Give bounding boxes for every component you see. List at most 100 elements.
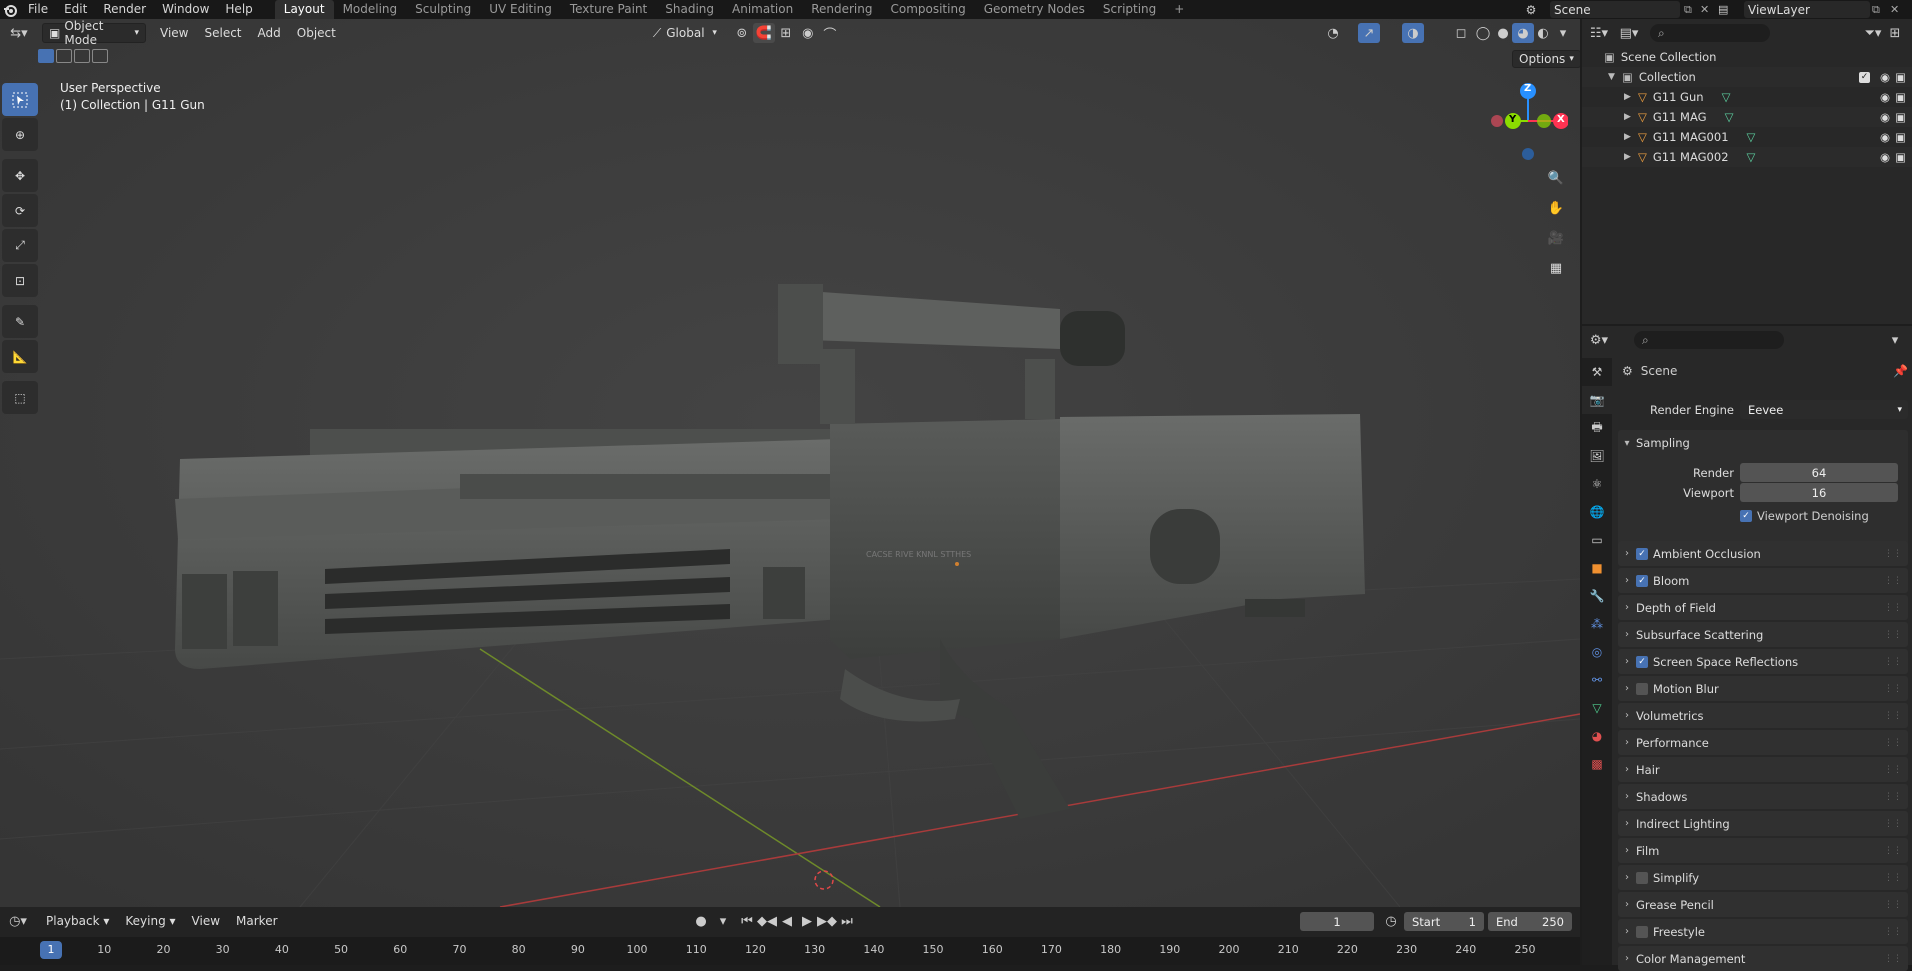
panel-film[interactable]: › Film ⋮⋮ bbox=[1618, 838, 1908, 863]
panel-enable-checkbox[interactable]: ✓ bbox=[1636, 574, 1648, 587]
panel-color-management[interactable]: › Color Management ⋮⋮ bbox=[1618, 946, 1908, 971]
new-collection-icon[interactable]: ⊞ bbox=[1884, 23, 1906, 43]
material-tab-icon[interactable]: ◕ bbox=[1582, 722, 1612, 750]
prev-keyframe-icon[interactable]: ◆◀ bbox=[756, 911, 778, 931]
constraints-tab-icon[interactable]: ⚯ bbox=[1582, 666, 1612, 694]
outliner-object-row[interactable]: ▶ ▽ G11 MAG002 ▽ ◉ ▣ bbox=[1582, 147, 1912, 167]
panel-indirect-lighting[interactable]: › Indirect Lighting ⋮⋮ bbox=[1618, 811, 1908, 836]
select-new-icon[interactable] bbox=[38, 49, 54, 63]
panel-simplify[interactable]: › Simplify ⋮⋮ bbox=[1618, 865, 1908, 890]
outliner-object-row[interactable]: ▶ ▽ G11 MAG001 ▽ ◉ ▣ bbox=[1582, 127, 1912, 147]
menu-timeline-view[interactable]: View bbox=[184, 914, 228, 928]
menu-marker[interactable]: Marker bbox=[228, 914, 285, 928]
shading-options-icon[interactable]: ▾ bbox=[1552, 23, 1574, 43]
drag-handle-icon[interactable]: ⋮⋮ bbox=[1884, 711, 1902, 721]
visibility-eye-icon[interactable]: ◉ bbox=[1880, 150, 1890, 164]
render-camera-icon[interactable]: ▣ bbox=[1895, 110, 1906, 124]
panel-bloom[interactable]: › ✓ Bloom ⋮⋮ bbox=[1618, 568, 1908, 593]
select-extend-icon[interactable] bbox=[56, 49, 72, 63]
drag-handle-icon[interactable]: ⋮⋮ bbox=[1884, 630, 1902, 640]
outliner-editor-type-icon[interactable]: ☷▾ bbox=[1588, 23, 1610, 43]
menu-object[interactable]: Object bbox=[289, 26, 344, 40]
menu-help[interactable]: Help bbox=[217, 0, 260, 19]
panel-grease-pencil[interactable]: › Grease Pencil ⋮⋮ bbox=[1618, 892, 1908, 917]
annotate-tool-icon[interactable]: ✎ bbox=[2, 305, 38, 338]
menu-render[interactable]: Render bbox=[95, 0, 154, 19]
tab-texture-paint[interactable]: Texture Paint bbox=[561, 0, 656, 19]
record-icon[interactable]: ● bbox=[690, 911, 712, 931]
solid-shading-icon[interactable]: ● bbox=[1492, 23, 1514, 43]
render-camera-icon[interactable]: ▣ bbox=[1895, 70, 1906, 84]
selectability-icon[interactable]: ◔ bbox=[1322, 23, 1344, 43]
panel-shadows[interactable]: › Shadows ⋮⋮ bbox=[1618, 784, 1908, 809]
overlays-toggle-icon[interactable]: ◑ bbox=[1402, 23, 1424, 43]
collapse-icon[interactable]: ▼ bbox=[1608, 72, 1622, 82]
select-subtract-icon[interactable] bbox=[74, 49, 90, 63]
expand-icon[interactable]: ▶ bbox=[1624, 152, 1638, 162]
menu-file[interactable]: File bbox=[20, 0, 56, 19]
gizmo-toggle-icon[interactable]: ↗ bbox=[1358, 23, 1380, 43]
ortho-grid-icon[interactable]: ▦ bbox=[1543, 255, 1569, 281]
drag-handle-icon[interactable]: ⋮⋮ bbox=[1884, 738, 1902, 748]
data-tab-icon[interactable]: ▽ bbox=[1582, 694, 1612, 722]
collection-tab-icon[interactable]: ▭ bbox=[1582, 526, 1612, 554]
rendered-shading-icon[interactable]: ◐ bbox=[1532, 23, 1554, 43]
panel-enable-checkbox[interactable] bbox=[1636, 871, 1648, 884]
drag-handle-icon[interactable]: ⋮⋮ bbox=[1884, 927, 1902, 937]
scene-field[interactable]: Scene bbox=[1550, 1, 1680, 18]
clock-icon[interactable]: ◷ bbox=[1380, 911, 1402, 931]
drag-handle-icon[interactable]: ⋮⋮ bbox=[1884, 549, 1902, 559]
menu-view[interactable]: View bbox=[152, 26, 196, 40]
end-frame-field[interactable]: End 250 bbox=[1488, 912, 1572, 931]
drag-handle-icon[interactable]: ⋮⋮ bbox=[1884, 792, 1902, 802]
play-icon[interactable]: ▶ bbox=[796, 911, 818, 931]
drag-handle-icon[interactable]: ⋮⋮ bbox=[1884, 954, 1902, 964]
particles-tab-icon[interactable]: ⁂ bbox=[1582, 610, 1612, 638]
select-intersect-icon[interactable] bbox=[92, 49, 108, 63]
exclude-checkbox[interactable]: ✓ bbox=[1859, 71, 1870, 83]
3d-viewport[interactable]: CACSE RIVE KNNL STTHES ⇆▾ ▣ Object Mode … bbox=[0, 19, 1580, 907]
render-camera-icon[interactable]: ▣ bbox=[1895, 150, 1906, 164]
proportional-edit-icon[interactable]: ◉ bbox=[797, 23, 819, 43]
outliner-search-input[interactable]: ⌕ bbox=[1650, 24, 1770, 42]
viewport-samples-field[interactable]: 16 bbox=[1740, 483, 1898, 502]
panel-enable-checkbox[interactable]: ✓ bbox=[1636, 547, 1648, 560]
viewport-denoising-checkbox[interactable]: ✓ Viewport Denoising bbox=[1740, 509, 1869, 523]
panel-volumetrics[interactable]: › Volumetrics ⋮⋮ bbox=[1618, 703, 1908, 728]
drag-handle-icon[interactable]: ⋮⋮ bbox=[1884, 603, 1902, 613]
expand-icon[interactable]: ▶ bbox=[1624, 92, 1638, 102]
panel-hair[interactable]: › Hair ⋮⋮ bbox=[1618, 757, 1908, 782]
expand-icon[interactable]: ▶ bbox=[1624, 132, 1638, 142]
select-box-tool[interactable] bbox=[2, 83, 38, 116]
outliner-collection[interactable]: ▼ ▣ Collection ✓ ◉ ▣ bbox=[1582, 67, 1912, 87]
drag-handle-icon[interactable]: ⋮⋮ bbox=[1884, 819, 1902, 829]
menu-edit[interactable]: Edit bbox=[56, 0, 95, 19]
visibility-eye-icon[interactable]: ◉ bbox=[1880, 130, 1890, 144]
render-engine-dropdown[interactable]: Eevee ▾ bbox=[1740, 400, 1908, 419]
blender-logo-icon[interactable] bbox=[0, 0, 20, 19]
add-cube-tool-icon[interactable]: ⬚ bbox=[2, 381, 38, 414]
menu-add[interactable]: Add bbox=[250, 26, 289, 40]
options-dropdown[interactable]: Options ▾ bbox=[1512, 50, 1580, 68]
panel-ambient-occlusion[interactable]: › ✓ Ambient Occlusion ⋮⋮ bbox=[1618, 541, 1908, 566]
editor-type-icon[interactable]: ⇆▾ bbox=[4, 23, 34, 43]
render-tab-icon[interactable]: 📷 bbox=[1582, 386, 1612, 414]
drag-handle-icon[interactable]: ⋮⋮ bbox=[1884, 657, 1902, 667]
visibility-eye-icon[interactable]: ◉ bbox=[1880, 110, 1890, 124]
snap-icon[interactable]: 🧲 bbox=[752, 23, 775, 43]
wireframe-shading-icon[interactable]: ◯ bbox=[1472, 23, 1494, 43]
start-frame-field[interactable]: Start 1 bbox=[1404, 912, 1484, 931]
jump-end-icon[interactable]: ⏭ bbox=[836, 911, 858, 931]
view-layer-field[interactable]: ViewLayer bbox=[1744, 1, 1870, 18]
outliner-object-row[interactable]: ▶ ▽ G11 MAG ▽ ◉ ▣ bbox=[1582, 107, 1912, 127]
rotate-tool-icon[interactable]: ⟳ bbox=[2, 194, 38, 227]
cursor-tool-icon[interactable]: ⊕ bbox=[2, 118, 38, 151]
drag-handle-icon[interactable]: ⋮⋮ bbox=[1884, 846, 1902, 856]
panel-freestyle[interactable]: › Freestyle ⋮⋮ bbox=[1618, 919, 1908, 944]
drag-handle-icon[interactable]: ⋮⋮ bbox=[1884, 873, 1902, 883]
play-reverse-icon[interactable]: ◀ bbox=[776, 911, 798, 931]
add-workspace-button[interactable]: + bbox=[1165, 0, 1193, 19]
texture-tab-icon[interactable]: ▩ bbox=[1582, 750, 1612, 778]
panel-motion-blur[interactable]: › Motion Blur ⋮⋮ bbox=[1618, 676, 1908, 701]
camera-view-icon[interactable]: 🎥 bbox=[1543, 225, 1569, 251]
